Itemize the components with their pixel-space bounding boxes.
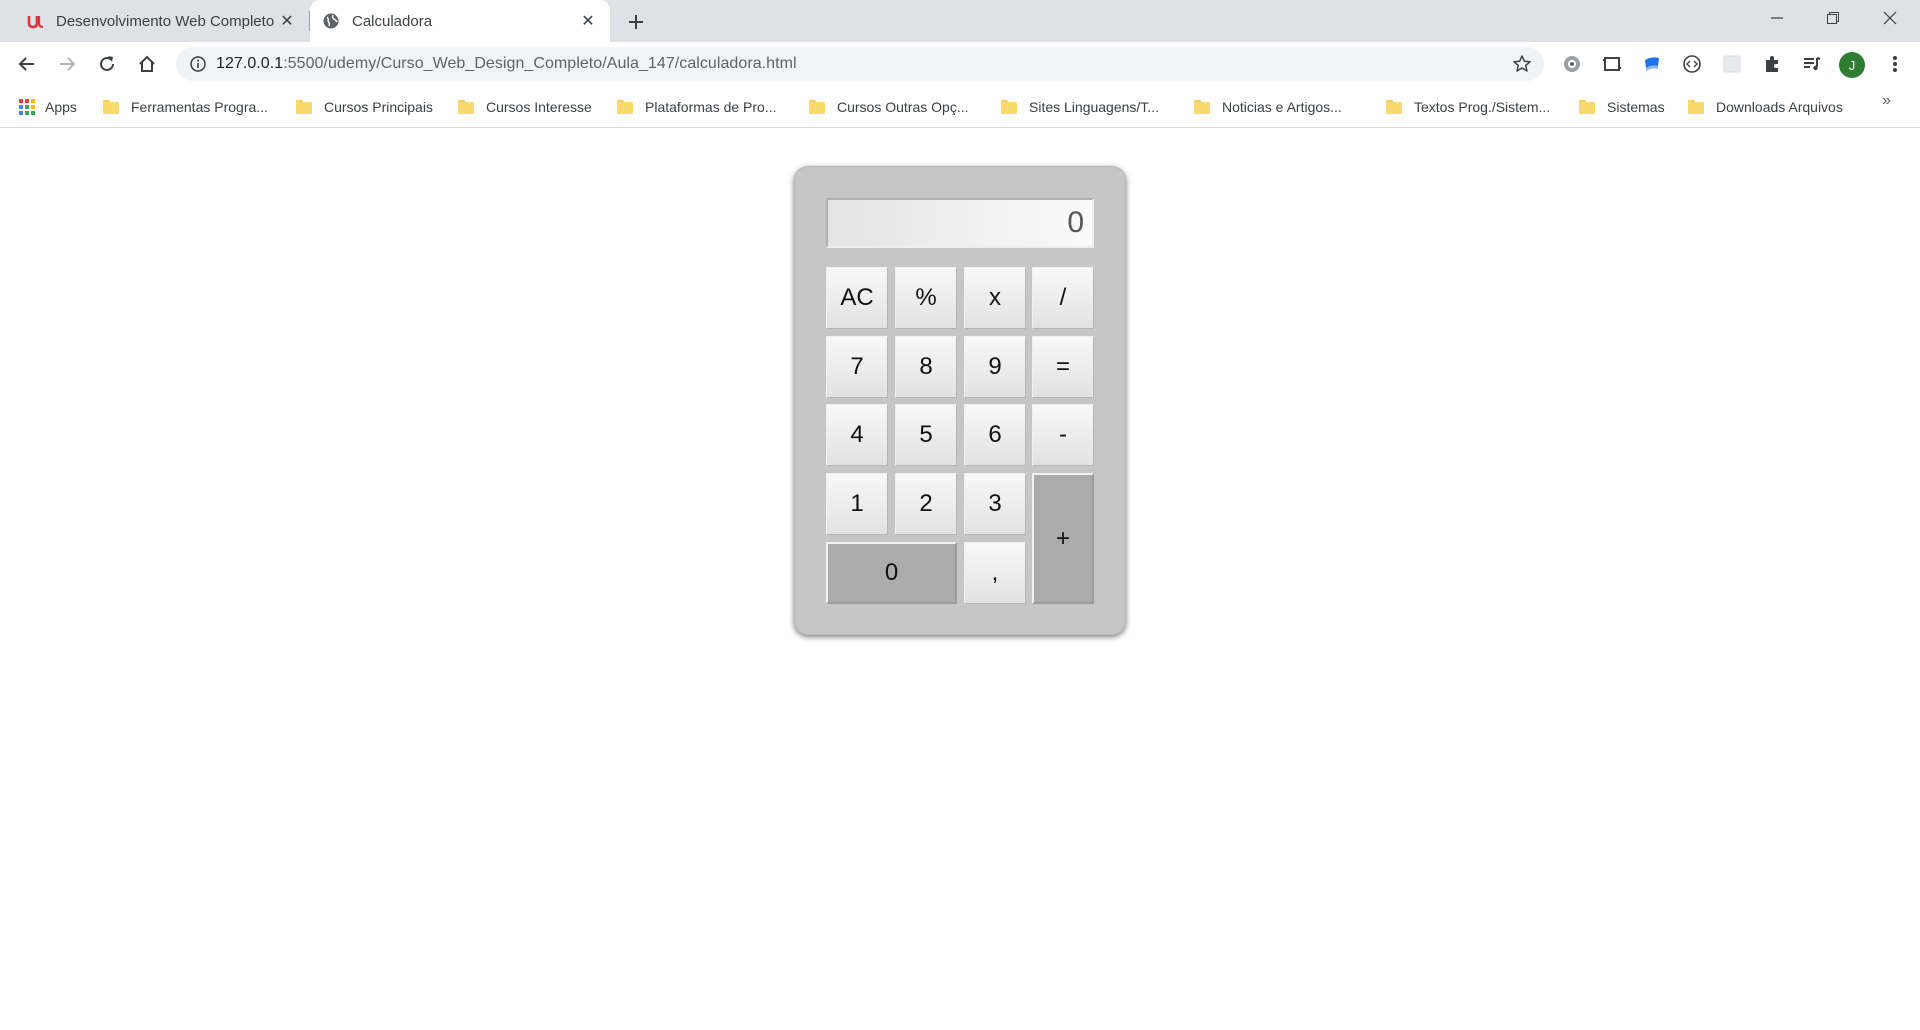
key-divide[interactable]: /	[1032, 267, 1094, 329]
bookmark-label: Downloads Arquivos	[1716, 99, 1843, 115]
close-tab-icon[interactable]: ✕	[578, 11, 598, 31]
url-host: 127.0.0.1	[216, 55, 284, 72]
key-5[interactable]: 5	[895, 404, 957, 466]
url-path: :5500/udemy/Curso_Web_Design_Completo/Au…	[283, 55, 797, 72]
key-2[interactable]: 2	[895, 473, 957, 535]
browser-toolbar: 127.0.0.1:5500/udemy/Curso_Web_Design_Co…	[0, 42, 1920, 86]
screenshot-extension-icon[interactable]	[1600, 52, 1624, 76]
close-window-icon[interactable]	[1862, 0, 1918, 36]
key-9[interactable]: 9	[964, 336, 1026, 398]
key-equals[interactable]: =	[1032, 336, 1094, 398]
folder-icon	[1001, 100, 1017, 114]
udemy-icon	[26, 12, 44, 30]
bookmark-label: Noticias e Artigos...	[1222, 99, 1342, 115]
key-multiply[interactable]: x	[964, 267, 1026, 329]
back-icon[interactable]	[11, 48, 43, 80]
key-7[interactable]: 7	[826, 336, 888, 398]
new-tab-button[interactable]	[622, 8, 650, 36]
key-0[interactable]: 0	[826, 542, 957, 604]
folder-icon	[617, 100, 633, 114]
address-bar[interactable]: 127.0.0.1:5500/udemy/Curso_Web_Design_Co…	[176, 47, 1544, 81]
grey-extension-icon[interactable]	[1720, 52, 1744, 76]
folder-icon	[103, 100, 119, 114]
bookmark-label: Ferramentas Progra...	[131, 99, 268, 115]
reload-icon[interactable]	[91, 48, 123, 80]
bookmark-label: Plataformas de Pro...	[645, 99, 777, 115]
bookmark-folder[interactable]: Sites Linguagens/T...	[1001, 96, 1159, 118]
bookmark-star-icon[interactable]	[1510, 52, 1534, 76]
url-text[interactable]: 127.0.0.1:5500/udemy/Curso_Web_Design_Co…	[216, 55, 797, 73]
info-icon[interactable]	[180, 47, 216, 81]
key-ac[interactable]: AC	[826, 267, 888, 329]
key-6[interactable]: 6	[964, 404, 1026, 466]
key-minus[interactable]: -	[1032, 404, 1094, 466]
key-8[interactable]: 8	[895, 336, 957, 398]
key-comma[interactable]: ,	[964, 542, 1026, 604]
bookmarks-overflow-icon[interactable]: »	[1882, 92, 1891, 110]
folder-icon	[809, 100, 825, 114]
bookmark-label: Cursos Outras Opç...	[837, 99, 969, 115]
code-extension-icon[interactable]	[1680, 52, 1704, 76]
bookmark-folder[interactable]: Cursos Principais	[296, 96, 433, 118]
folder-icon	[458, 100, 474, 114]
home-icon[interactable]	[131, 48, 163, 80]
folder-icon	[1579, 100, 1595, 114]
apps-grid-icon	[19, 99, 35, 115]
calculator-display: 0	[826, 198, 1094, 248]
bookmark-label: Sistemas	[1607, 99, 1665, 115]
bookmark-apps[interactable]: Apps	[19, 96, 77, 118]
close-tab-icon[interactable]: ✕	[277, 11, 297, 31]
folder-icon	[1194, 100, 1210, 114]
bookmark-label: Cursos Interesse	[486, 99, 592, 115]
bookmark-folder[interactable]: Downloads Arquivos	[1688, 96, 1843, 118]
folder-icon	[1386, 100, 1402, 114]
menu-kebab-icon[interactable]	[1883, 52, 1907, 76]
bookmark-folder[interactable]: Cursos Interesse	[458, 96, 592, 118]
blue-extension-icon[interactable]	[1640, 52, 1664, 76]
bookmark-folder[interactable]: Cursos Outras Opç...	[809, 96, 968, 118]
bookmark-folder[interactable]: Noticias e Artigos...	[1194, 96, 1342, 118]
forward-icon[interactable]	[51, 48, 83, 80]
tab-calculadora[interactable]: Calculadora ✕	[310, 0, 610, 42]
bookmark-label: Sites Linguagens/T...	[1029, 99, 1159, 115]
bookmark-folder[interactable]: Ferramentas Progra...	[103, 96, 268, 118]
key-3[interactable]: 3	[964, 473, 1026, 535]
extensions-puzzle-icon[interactable]	[1760, 52, 1784, 76]
key-percent[interactable]: %	[895, 267, 957, 329]
key-4[interactable]: 4	[826, 404, 888, 466]
extension-gear-icon[interactable]	[1560, 52, 1584, 76]
key-plus[interactable]: +	[1032, 473, 1094, 604]
bookmark-folder[interactable]: Sistemas	[1579, 96, 1665, 118]
calculator: 0 AC % x / 7 8 9 = 4 5 6 - 1 2 3 + 0 ,	[794, 166, 1126, 635]
key-1[interactable]: 1	[826, 473, 888, 535]
bookmark-label: Cursos Principais	[324, 99, 433, 115]
restore-icon[interactable]	[1805, 0, 1861, 36]
tab-title: Desenvolvimento Web Completo	[56, 12, 275, 30]
folder-icon	[296, 100, 312, 114]
bookmark-label: Textos Prog./Sistem...	[1414, 99, 1551, 115]
tab-udemy[interactable]: Desenvolvimento Web Completo ✕	[14, 0, 309, 42]
minimize-icon[interactable]	[1749, 0, 1805, 36]
bookmarks-bar: Apps Ferramentas Progra... Cursos Princi…	[0, 86, 1920, 128]
tab-title: Calculadora	[352, 12, 433, 30]
folder-icon	[1688, 100, 1704, 114]
bookmark-folder[interactable]: Textos Prog./Sistem...	[1386, 96, 1550, 118]
globe-icon	[322, 12, 340, 30]
bookmark-label: Apps	[45, 99, 77, 115]
tab-strip: Desenvolvimento Web Completo ✕ Calculado…	[0, 0, 1920, 42]
media-control-icon[interactable]	[1800, 52, 1824, 76]
profile-avatar[interactable]: J	[1839, 52, 1865, 78]
bookmark-folder[interactable]: Plataformas de Pro...	[617, 96, 777, 118]
